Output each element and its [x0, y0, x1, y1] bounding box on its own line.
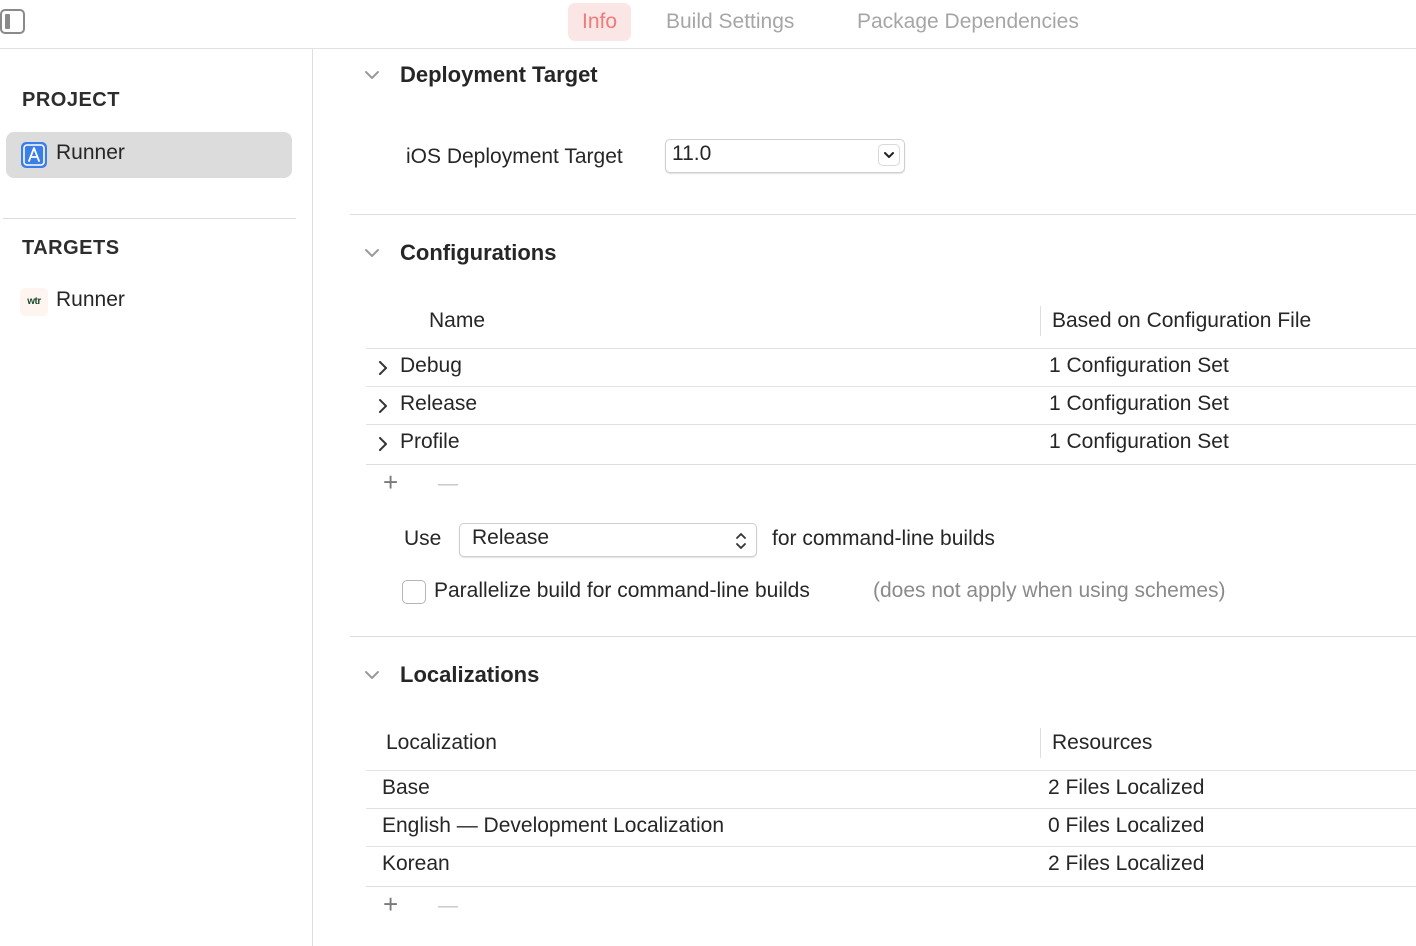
sidebar-toggle-icon[interactable] [0, 9, 25, 34]
configuration-name: Release [400, 392, 478, 415]
chevron-down-icon[interactable] [362, 243, 382, 263]
configurations-heading: Configurations [400, 240, 557, 265]
project-info-editor: Deployment Target iOS Deployment Target … [314, 49, 1416, 946]
tab-build-settings[interactable]: Build Settings [652, 3, 808, 41]
ios-deployment-target-value: 11.0 [672, 142, 712, 165]
parallelize-build-label[interactable]: Parallelize build for command-line build… [434, 579, 810, 603]
table-row[interactable]: Base 2 Files Localized [366, 770, 1416, 808]
localization-resources: 0 Files Localized [1048, 814, 1205, 837]
chevron-right-icon[interactable] [374, 435, 392, 453]
column-header-configuration-file[interactable]: Based on Configuration File [1052, 309, 1311, 333]
localization-name: Base [382, 776, 430, 799]
table-bottom-border [366, 886, 1416, 887]
project-section-title: PROJECT [22, 89, 120, 111]
localization-resources: 2 Files Localized [1048, 776, 1205, 799]
chevron-down-icon[interactable] [362, 65, 382, 85]
configuration-file: 1 Configuration Set [1049, 392, 1229, 415]
ios-deployment-target-label: iOS Deployment Target [406, 145, 623, 168]
column-header-localization[interactable]: Localization [386, 731, 497, 755]
column-header-resources[interactable]: Resources [1052, 731, 1152, 755]
table-row[interactable]: Debug 1 Configuration Set [366, 348, 1416, 386]
targets-section-title: TARGETS [22, 237, 120, 259]
localization-name: Korean [382, 852, 450, 875]
editor-tab-bar: Info Build Settings Package Dependencies [0, 0, 1416, 49]
xcode-project-icon [21, 142, 47, 168]
project-navigator-sidebar: PROJECT Runner TARGETS wtr Runner [0, 49, 313, 946]
localization-resources: 2 Files Localized [1048, 852, 1205, 875]
table-row[interactable]: Profile 1 Configuration Set [366, 424, 1416, 462]
parallelize-build-checkbox[interactable] [402, 580, 426, 604]
add-localization-button[interactable]: + [383, 891, 398, 917]
table-row[interactable]: English — Development Localization 0 Fil… [366, 808, 1416, 846]
localization-name: English — Development Localization [382, 814, 725, 837]
tab-package-dependencies[interactable]: Package Dependencies [843, 3, 1093, 41]
deployment-target-heading: Deployment Target [400, 62, 598, 87]
sidebar-item-target-runner[interactable]: wtr Runner [6, 279, 292, 325]
app-target-icon: wtr [20, 288, 48, 316]
chevron-right-icon[interactable] [374, 359, 392, 377]
table-row[interactable]: Release 1 Configuration Set [366, 386, 1416, 424]
chevron-down-icon[interactable] [362, 665, 382, 685]
parallelize-build-note: (does not apply when using schemes) [873, 579, 1226, 602]
configuration-name: Debug [400, 354, 462, 377]
tab-info[interactable]: Info [568, 3, 632, 41]
remove-configuration-button[interactable]: — [438, 471, 458, 497]
chevron-right-icon[interactable] [374, 397, 392, 415]
column-separator [1040, 728, 1041, 758]
table-bottom-border [366, 464, 1416, 465]
chevron-down-icon[interactable] [878, 144, 900, 166]
sidebar-divider [3, 218, 296, 219]
ios-deployment-target-combo[interactable]: 11.0 [665, 139, 905, 173]
remove-localization-button[interactable]: — [438, 893, 458, 919]
configuration-name: Profile [400, 430, 460, 453]
column-header-name[interactable]: Name [429, 309, 485, 333]
sidebar-item-label: Runner [56, 288, 125, 311]
command-line-config-popup[interactable]: Release [459, 523, 757, 557]
section-divider [350, 214, 1416, 215]
use-suffix-label: for command-line builds [772, 527, 995, 550]
column-separator [1040, 306, 1041, 336]
configuration-file: 1 Configuration Set [1049, 430, 1229, 453]
sidebar-item-label: Runner [56, 141, 125, 164]
table-row[interactable]: Korean 2 Files Localized [366, 846, 1416, 884]
section-divider [350, 636, 1416, 637]
command-line-config-value: Release [472, 526, 550, 549]
sidebar-item-project-runner[interactable]: Runner [6, 132, 292, 178]
add-configuration-button[interactable]: + [383, 469, 398, 495]
configuration-file: 1 Configuration Set [1049, 354, 1229, 377]
use-label: Use [404, 527, 442, 550]
up-down-chevron-icon [736, 533, 746, 549]
localizations-heading: Localizations [400, 662, 540, 687]
